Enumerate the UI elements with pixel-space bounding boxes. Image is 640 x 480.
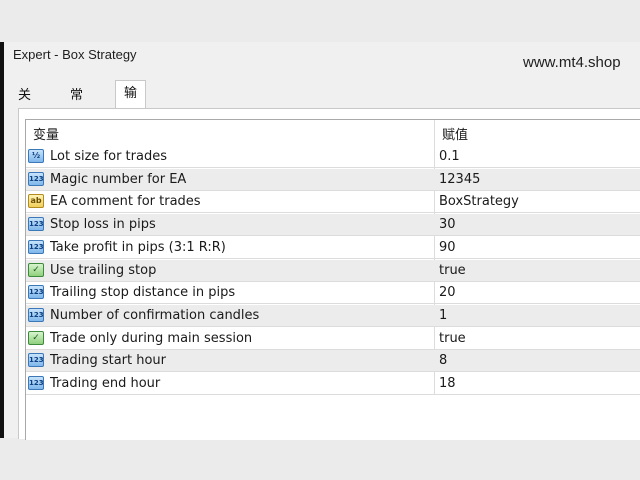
table-row[interactable]: ½ Lot size for trades 0.1 [26, 146, 640, 168]
variable-name: Use trailing stop [50, 262, 157, 278]
table-row[interactable]: ✓ Trade only during main session true [26, 328, 640, 350]
variable-name: Trade only during main session [50, 330, 253, 346]
variable-value[interactable]: 12345 [439, 172, 480, 187]
int-type-icon: 123 [28, 376, 44, 390]
variable-value[interactable]: 90 [439, 240, 456, 255]
variable-name: Lot size for trades [50, 149, 167, 164]
int-type-icon: 123 [28, 217, 44, 232]
variable-name: Trading end hour [50, 376, 161, 391]
tab-common[interactable]: 常用 [62, 85, 91, 125]
variable-value[interactable]: true [439, 331, 466, 346]
variable-value[interactable]: 30 [439, 217, 456, 232]
variable-value[interactable]: 8 [439, 353, 447, 368]
table-row[interactable]: 123 Trading end hour 18 [26, 373, 640, 395]
variable-value[interactable]: 18 [439, 376, 456, 391]
inputs-grid: 变量 赋值 ½ Lot size for trades 0.1 123 Magic nu… [25, 119, 640, 440]
table-row[interactable]: 123 Magic number for EA 12345 [26, 168, 640, 191]
variable-name: Magic number for EA [50, 171, 187, 187]
variable-name: Number of confirmation candles [50, 307, 260, 323]
table-row[interactable]: ✓ Use trailing stop true [26, 259, 640, 282]
header-variable[interactable]: 变量 [33, 124, 59, 143]
table-row[interactable]: 123 Number of confirmation candles 1 [26, 304, 640, 327]
bool-type-icon: ✓ [28, 262, 44, 277]
variable-name: Stop loss in pips [50, 217, 156, 233]
table-row[interactable]: 123 Take profit in pips (3:1 R:R) 90 [26, 237, 640, 259]
expert-properties-window: Expert - Box Strategy www.mt4.shop 关于 常用… [4, 42, 640, 440]
int-type-icon: 123 [28, 285, 44, 300]
int-type-icon: 123 [28, 171, 44, 186]
string-type-icon: ab [28, 194, 44, 209]
variable-value[interactable]: 20 [439, 285, 456, 300]
table-row[interactable]: 123 Trading start hour 8 [26, 350, 640, 373]
variable-name: EA comment for trades [50, 194, 201, 210]
variable-name: Trailing stop distance in pips [50, 285, 236, 301]
inputs-panel: 变量 赋值 ½ Lot size for trades 0.1 123 Magic nu… [18, 108, 640, 440]
window-title: Expert - Box Strategy [13, 47, 137, 62]
table-row[interactable]: 123 Trailing stop distance in pips 20 [26, 282, 640, 305]
variable-name: Take profit in pips (3:1 R:R) [50, 239, 226, 255]
table-row[interactable]: ab EA comment for trades BoxStrategy [26, 191, 640, 214]
int-type-icon: 123 [28, 353, 44, 368]
tab-about[interactable]: 关于 [10, 85, 39, 125]
top-background [0, 0, 640, 42]
variable-value[interactable]: 0.1 [439, 149, 460, 164]
variable-value[interactable]: true [439, 263, 466, 278]
bool-type-icon: ✓ [28, 330, 44, 345]
tab-inputs[interactable]: 输入参数 [115, 80, 147, 179]
variable-value[interactable]: 1 [439, 308, 447, 323]
int-type-icon: 123 [28, 307, 44, 322]
variable-value[interactable]: BoxStrategy [439, 194, 519, 209]
grid-header: 变量 赋值 [26, 120, 640, 145]
table-row[interactable]: 123 Stop loss in pips 30 [26, 214, 640, 237]
double-type-icon: ½ [28, 149, 44, 163]
int-type-icon: 123 [28, 239, 44, 254]
variable-name: Trading start hour [50, 353, 167, 369]
watermark-text: www.mt4.shop [523, 54, 621, 71]
header-value[interactable]: 赋值 [442, 124, 468, 143]
